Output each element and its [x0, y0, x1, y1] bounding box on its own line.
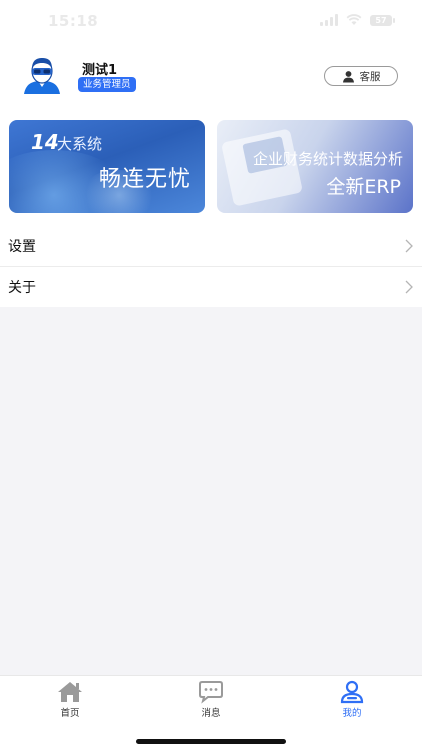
banner-erp-subtitle: 企业财务统计数据分析	[252, 150, 403, 168]
tab-messages-label: 消息	[201, 708, 221, 719]
banner-systems[interactable]: 14 大系统 畅连无忧	[9, 120, 205, 213]
status-bar: 15:18 57	[0, 0, 422, 44]
avatar[interactable]	[22, 54, 62, 94]
menu-item-label: 设置	[8, 239, 36, 255]
wifi-icon	[346, 14, 362, 25]
chevron-right-icon	[405, 280, 413, 294]
menu-item-settings[interactable]: 设置	[0, 226, 422, 266]
menu-item-about[interactable]: 关于	[0, 266, 422, 307]
status-icons: 57	[320, 14, 395, 26]
chevron-right-icon	[405, 239, 413, 253]
profile-icon	[340, 680, 364, 704]
banner-erp-title: 全新ERP	[326, 176, 401, 198]
banner-erp[interactable]: 企业财务统计数据分析 全新ERP	[217, 120, 413, 213]
message-icon	[199, 681, 223, 704]
role-badge: 业务管理员	[78, 77, 136, 92]
banner-number: 14	[31, 130, 59, 154]
tab-messages[interactable]: 消息	[171, 680, 251, 719]
tab-profile[interactable]: 我的	[312, 680, 392, 719]
customer-service-button[interactable]: 客服	[324, 66, 398, 86]
signal-icon	[320, 14, 338, 26]
banner-subtitle: 大系统	[57, 135, 103, 153]
battery-icon: 57	[370, 14, 395, 26]
tab-home-label: 首页	[60, 708, 80, 719]
user-name: 测试1	[82, 63, 118, 78]
profile-header: 15:18 57 测试1 业务管理员 客服 14 大系统 畅连无忧 企业财务统计…	[0, 0, 422, 226]
home-icon	[58, 682, 82, 702]
home-indicator	[136, 739, 286, 744]
person-icon	[342, 70, 354, 82]
customer-service-label: 客服	[359, 70, 381, 83]
tab-home[interactable]: 首页	[30, 680, 110, 719]
menu-item-label: 关于	[8, 280, 36, 296]
status-time: 15:18	[48, 12, 99, 30]
banner-title: 畅连无忧	[98, 167, 191, 192]
tab-profile-label: 我的	[342, 708, 362, 719]
settings-menu: 设置 关于	[0, 226, 422, 307]
